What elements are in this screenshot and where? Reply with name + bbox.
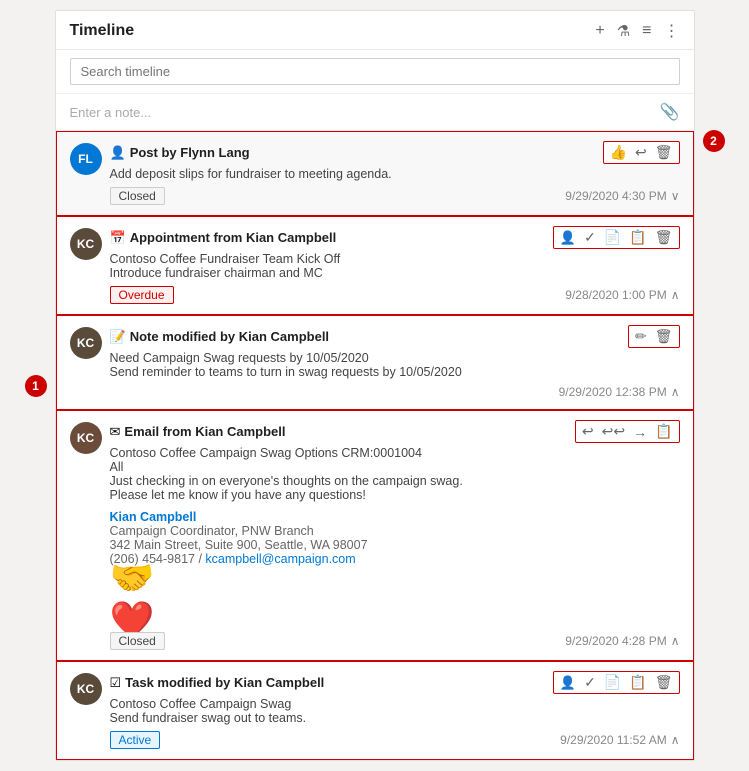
assign-icon[interactable]: 👤 <box>560 230 576 246</box>
delete-icon[interactable]: 🗑 <box>655 229 673 246</box>
email-actions: ↩ ↩↩ → 📋 <box>575 420 680 443</box>
header-icons: + ⚗ ≡ ⋮ <box>595 21 679 41</box>
note-body: Need Campaign Swag requests by 10/05/202… <box>110 351 680 379</box>
avatar-fl: FL <box>70 143 102 175</box>
avatar-kc-appointment: KC <box>70 228 102 260</box>
appointment-chevron[interactable]: ∧ <box>671 288 680 302</box>
search-bar <box>56 50 694 94</box>
forward-icon[interactable]: → <box>633 424 647 440</box>
copy-icon[interactable]: 📋 <box>655 423 672 440</box>
post-content: 👤 Post by Flynn Lang 👍 ↩ 🗑 Add deposit s… <box>110 141 680 205</box>
post-title: Post by Flynn Lang <box>130 145 250 160</box>
timeline-panel: Timeline + ⚗ ≡ ⋮ Enter a note... 📎 FL <box>55 10 695 761</box>
note-placeholder: Enter a note... <box>70 105 152 120</box>
post-chevron[interactable]: ∨ <box>671 189 680 203</box>
appointment-type-icon: 📅 <box>110 230 126 246</box>
appointment-item: KC 📅 Appointment from Kian Campbell 👤 ✓ … <box>56 216 694 315</box>
email-type-icon: ✉ <box>110 424 121 440</box>
appointment-title: Appointment from Kian Campbell <box>130 230 337 245</box>
post-badge: Closed <box>110 187 165 205</box>
email-content: ✉ Email from Kian Campbell ↩ ↩↩ → 📋 <box>110 420 680 650</box>
reply-icon[interactable]: ↩ <box>582 423 594 440</box>
note-content: 📝 Note modified by Kian Campbell ✏ 🗑 Nee… <box>110 325 680 399</box>
more-icon[interactable]: ⋮ <box>664 21 680 41</box>
post-timestamp: 9/29/2020 4:30 PM ∨ <box>565 189 679 203</box>
email-chevron[interactable]: ∧ <box>671 634 680 648</box>
like-icon[interactable]: 👍 <box>610 144 627 161</box>
reply-all-icon[interactable]: ↩↩ <box>602 423 625 440</box>
task-content: ☑ Task modified by Kian Campbell 👤 ✓ 📄 📋… <box>110 671 680 749</box>
signature-role: Campaign Coordinator, PNW Branch <box>110 524 680 538</box>
timeline-header: Timeline + ⚗ ≡ ⋮ <box>56 11 694 50</box>
add-icon[interactable]: + <box>595 22 604 40</box>
post-actions: 👍 ↩ 🗑 <box>603 141 680 164</box>
email-timestamp: 9/29/2020 4:28 PM ∧ <box>565 634 679 648</box>
email-title: Email from Kian Campbell <box>124 424 285 439</box>
note-chevron[interactable]: ∧ <box>671 385 680 399</box>
task-type-icon: ☑ <box>110 675 122 691</box>
note-item: KC 📝 Note modified by Kian Campbell ✏ 🗑 <box>56 315 694 410</box>
task-item: KC ☑ Task modified by Kian Campbell 👤 ✓ … <box>56 661 694 760</box>
task-chevron[interactable]: ∧ <box>671 733 680 747</box>
search-input[interactable] <box>70 58 680 85</box>
signature-address: 342 Main Street, Suite 900, Seattle, WA … <box>110 538 680 552</box>
marker-1: 1 <box>25 375 47 397</box>
assign-icon[interactable]: 👤 <box>560 675 576 691</box>
avatar-kc-email: KC <box>70 422 102 454</box>
post-type-icon: 👤 <box>110 145 126 161</box>
appointment-actions: 👤 ✓ 📄 📋 🗑 <box>553 226 680 249</box>
complete-icon[interactable]: ✓ <box>584 674 596 691</box>
signature-name: Kian Campbell <box>110 510 680 524</box>
post-body: Add deposit slips for fundraiser to meet… <box>110 167 680 181</box>
appointment-badge: Overdue <box>110 286 174 304</box>
note-actions: ✏ 🗑 <box>628 325 680 348</box>
filter-icon[interactable]: ⚗ <box>617 22 630 40</box>
email-body: Contoso Coffee Campaign Swag Options CRM… <box>110 446 680 502</box>
edit-icon[interactable]: ✏ <box>635 328 647 345</box>
copy-icon[interactable]: 📋 <box>629 674 646 691</box>
reply-icon[interactable]: ↩ <box>635 144 647 161</box>
appointment-content: 📅 Appointment from Kian Campbell 👤 ✓ 📄 📋… <box>110 226 680 304</box>
paperclip-icon[interactable]: 📎 <box>660 102 680 122</box>
marker-2: 2 <box>703 130 725 152</box>
sort-icon[interactable]: ≡ <box>642 22 651 40</box>
delete-icon[interactable]: 🗑 <box>655 674 673 691</box>
task-body: Contoso Coffee Campaign SwagSend fundrai… <box>110 697 680 725</box>
email-image: 🤝❤️ <box>110 574 170 624</box>
appointment-timestamp: 9/28/2020 1:00 PM ∧ <box>565 288 679 302</box>
copy-icon[interactable]: 📋 <box>629 229 646 246</box>
email-signature: Kian Campbell Campaign Coordinator, PNW … <box>110 510 680 566</box>
note-title: Note modified by Kian Campbell <box>130 329 329 344</box>
timeline-items: FL 👤 Post by Flynn Lang 👍 ↩ 🗑 <box>56 131 694 760</box>
delete-icon[interactable]: 🗑 <box>655 328 673 345</box>
timeline-title: Timeline <box>70 22 596 40</box>
note-timestamp: 9/29/2020 12:38 PM ∧ <box>559 385 680 399</box>
task-actions: 👤 ✓ 📄 📋 🗑 <box>553 671 680 694</box>
task-timestamp: 9/29/2020 11:52 AM ∧ <box>560 733 679 747</box>
note-type-icon: 📝 <box>110 329 126 345</box>
signature-contact: (206) 454-9817 / kcampbell@campaign.com <box>110 552 680 566</box>
signature-email-link[interactable]: kcampbell@campaign.com <box>205 552 355 566</box>
email-badge: Closed <box>110 632 165 650</box>
delete-icon[interactable]: 🗑 <box>655 144 673 161</box>
post-item: FL 👤 Post by Flynn Lang 👍 ↩ 🗑 <box>56 131 694 216</box>
complete-icon[interactable]: ✓ <box>584 229 596 246</box>
print-icon[interactable]: 📄 <box>604 229 621 246</box>
email-item: KC ✉ Email from Kian Campbell ↩ ↩↩ → <box>56 410 694 661</box>
print-icon[interactable]: 📄 <box>604 674 621 691</box>
avatar-kc-task: KC <box>70 673 102 705</box>
task-title: Task modified by Kian Campbell <box>125 675 324 690</box>
avatar-kc-note: KC <box>70 327 102 359</box>
note-area: Enter a note... 📎 <box>56 94 694 131</box>
task-badge: Active <box>110 731 161 749</box>
appointment-body: Contoso Coffee Fundraiser Team Kick OffI… <box>110 252 680 280</box>
